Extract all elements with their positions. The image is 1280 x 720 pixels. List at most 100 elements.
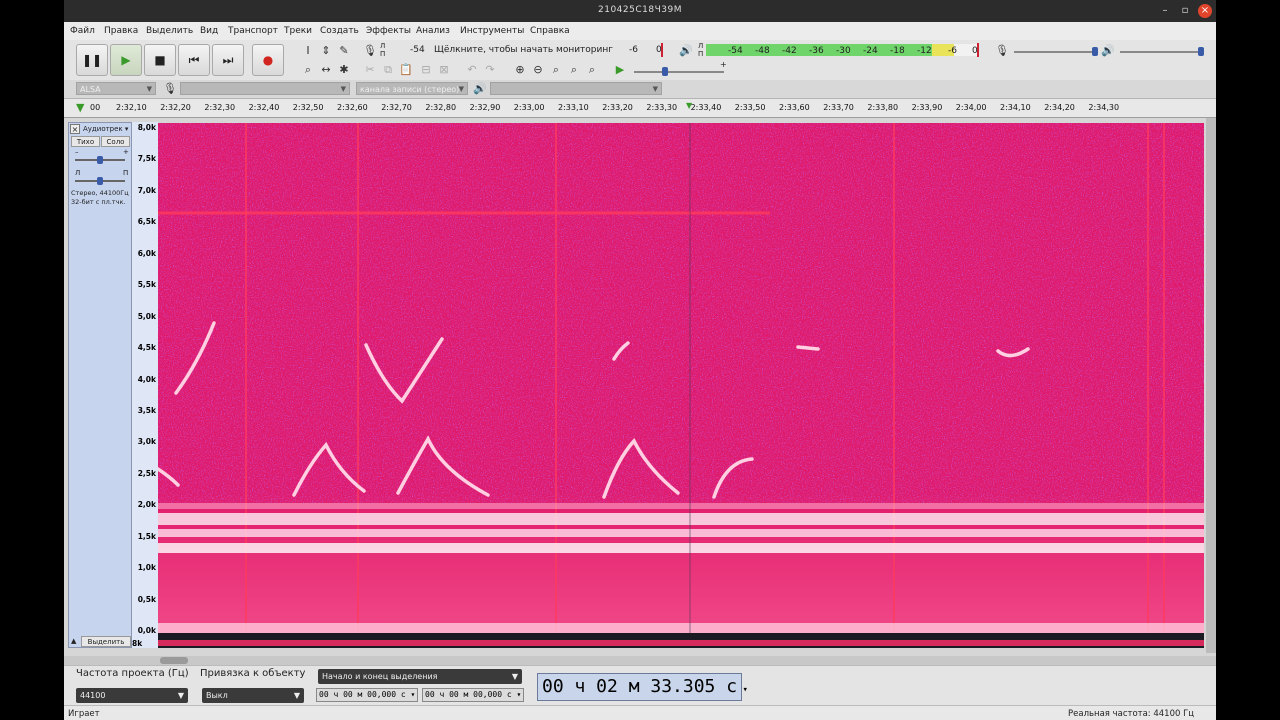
ruler-tick: 2:33,70: [823, 103, 854, 112]
play-head-triangle-icon[interactable]: ▼: [76, 101, 84, 114]
playback-device-select[interactable]: ▼: [490, 82, 662, 95]
snap-to-select[interactable]: Выкл ▼: [202, 688, 304, 703]
title-bar: 210425C18Ч39М – ▫ ×: [64, 0, 1216, 22]
recording-channels-select[interactable]: канала записи (стерео) ▼: [356, 82, 468, 95]
recording-device-select[interactable]: ▼: [180, 82, 350, 95]
zoom-toggle-icon[interactable]: ⌕: [584, 62, 600, 78]
frequency-label: 4,0k: [137, 374, 156, 384]
frequency-scale[interactable]: 8,0k 7,5k 7,0k 6,5k 6,0k 5,5k 5,0k 4,5k 4,0k 3,5k…: [132, 122, 158, 648]
rec-meter-clip-marker: [661, 43, 663, 57]
horizontal-scrollbar[interactable]: [64, 656, 1216, 665]
trim-icon[interactable]: ⊟: [418, 62, 434, 78]
rec-volume-slider[interactable]: [1014, 51, 1096, 53]
microphone-icon[interactable]: 🎙: [362, 43, 378, 59]
solo-button[interactable]: Соло: [101, 136, 130, 147]
playback-position-marker: ▼: [686, 101, 693, 110]
play-meter-tick: -12: [917, 46, 932, 56]
multi-tool-icon[interactable]: ✱: [336, 62, 352, 78]
frequency-label: 2,5k: [137, 468, 156, 478]
ruler-tick: 2:33,60: [779, 103, 810, 112]
fit-project-icon[interactable]: ⌕: [566, 62, 582, 78]
bottom-scale-label: 8k: [132, 639, 143, 648]
selection-mode-select[interactable]: Начало и конец выделения ▼: [318, 669, 522, 684]
ruler-tick: 2:34,20: [1044, 103, 1075, 112]
zoom-out-icon[interactable]: ⊖: [530, 62, 546, 78]
project-rate-select[interactable]: 44100 ▼: [76, 688, 188, 703]
play-at-speed-icon[interactable]: ▶: [612, 62, 628, 78]
microphone-icon: 🎙: [163, 82, 177, 95]
play-volume-thumb[interactable]: [1198, 47, 1204, 56]
menu-transport[interactable]: Транспорт: [228, 26, 278, 36]
select-track-button[interactable]: Выделить: [81, 636, 131, 647]
speaker-icon[interactable]: 🔊: [678, 43, 694, 59]
draw-tool-icon[interactable]: ✎: [336, 43, 352, 59]
close-icon[interactable]: ×: [1198, 4, 1212, 18]
selection-start-time[interactable]: 00 ч 00 м 00,000 с ▾: [316, 688, 418, 702]
redo-icon[interactable]: ↷: [482, 62, 498, 78]
silence-icon[interactable]: ⊠: [436, 62, 452, 78]
zoom-tool-icon[interactable]: ⌕: [300, 62, 316, 78]
copy-icon[interactable]: ⧉: [380, 62, 396, 78]
maximize-icon[interactable]: ▫: [1178, 4, 1192, 18]
envelope-tool-icon[interactable]: ⇕: [318, 43, 334, 59]
pan-left-label: Л: [75, 169, 81, 177]
ruler-tick: 2:32,60: [337, 103, 368, 112]
rec-meter-left-label: Л: [380, 42, 386, 50]
close-track-icon[interactable]: ×: [70, 124, 80, 134]
record-button[interactable]: ●: [252, 44, 284, 76]
rec-meter-hint[interactable]: Щёлкните, чтобы начать мониторинг: [434, 45, 613, 55]
play-speed-thumb[interactable]: [662, 67, 668, 76]
pause-button[interactable]: ❚❚: [76, 44, 108, 76]
timeline-ruler[interactable]: ▼ 00 2:32,10 2:32,20 2:32,30 2:32,40 2:32,50…: [64, 99, 1216, 118]
menu-file[interactable]: Файл: [70, 26, 95, 36]
menu-select[interactable]: Выделить: [146, 26, 193, 36]
undo-icon[interactable]: ↶: [464, 62, 480, 78]
menu-view[interactable]: Вид: [200, 26, 218, 36]
track-sample-format: 32-бит с пл.тчк.: [71, 198, 126, 206]
play-button[interactable]: ▶: [110, 44, 142, 76]
pan-slider-thumb[interactable]: [97, 177, 103, 185]
spectrogram-floor: [158, 623, 1204, 633]
paste-icon[interactable]: 📋: [398, 62, 414, 78]
gain-slider-thumb[interactable]: [97, 156, 103, 164]
rec-volume-thumb[interactable]: [1092, 47, 1098, 56]
menu-effects[interactable]: Эффекты: [366, 26, 411, 36]
cut-icon[interactable]: ✂: [362, 62, 378, 78]
menu-edit[interactable]: Правка: [104, 26, 138, 36]
rec-meter-tick: -54: [410, 45, 425, 55]
play-meter-tick: -42: [782, 46, 797, 56]
skip-end-button[interactable]: ⏭: [212, 44, 244, 76]
play-speed-max-label: +: [720, 60, 727, 69]
audacity-window: 210425C18Ч39М – ▫ × Файл Правка Выделить…: [64, 0, 1216, 720]
spectrogram-view[interactable]: [158, 123, 1204, 633]
menu-help[interactable]: Справка: [530, 26, 570, 36]
spectrogram-noise: [158, 123, 1204, 503]
vertical-scrollbar[interactable]: [1206, 118, 1216, 653]
track-name-menu[interactable]: Аудиотрек ▾: [83, 124, 129, 134]
menu-analyze[interactable]: Анализ: [416, 26, 450, 36]
horizontal-scroll-thumb[interactable]: [160, 657, 188, 664]
collapse-track-icon[interactable]: ▲: [71, 637, 76, 645]
menu-generate[interactable]: Создать: [320, 26, 359, 36]
play-speed-slider[interactable]: [634, 71, 724, 73]
zoom-in-icon[interactable]: ⊕: [512, 62, 528, 78]
minimize-icon[interactable]: –: [1158, 4, 1172, 18]
select-tool-icon[interactable]: I: [300, 43, 316, 59]
menu-tools[interactable]: Инструменты: [460, 26, 524, 36]
fit-selection-icon[interactable]: ⌕: [548, 62, 564, 78]
ruler-tick: 2:33,90: [911, 103, 943, 112]
selection-end-time[interactable]: 00 ч 00 м 00,000 с ▾: [422, 688, 524, 702]
mute-button[interactable]: Тихо: [71, 136, 100, 147]
stop-button[interactable]: ■: [144, 44, 176, 76]
skip-start-button[interactable]: ⏮: [178, 44, 210, 76]
actual-rate-status: Реальная частота: 44100 Гц: [1068, 709, 1195, 719]
second-channel-preview: [158, 640, 1204, 646]
audio-host-select[interactable]: ALSA ▼: [76, 82, 156, 95]
timeshift-tool-icon[interactable]: ↔: [318, 62, 334, 78]
menu-tracks[interactable]: Треки: [284, 26, 312, 36]
selection-toolbar: Частота проекта (Гц) 44100 ▼ Привязка к о…: [64, 665, 1216, 706]
frequency-label: 5,5k: [137, 280, 156, 290]
ruler-tick: 2:32,50: [292, 103, 324, 112]
play-volume-slider[interactable]: [1120, 51, 1202, 53]
audio-position-display[interactable]: 00 ч 02 м 33.305 с ▾: [537, 673, 748, 701]
